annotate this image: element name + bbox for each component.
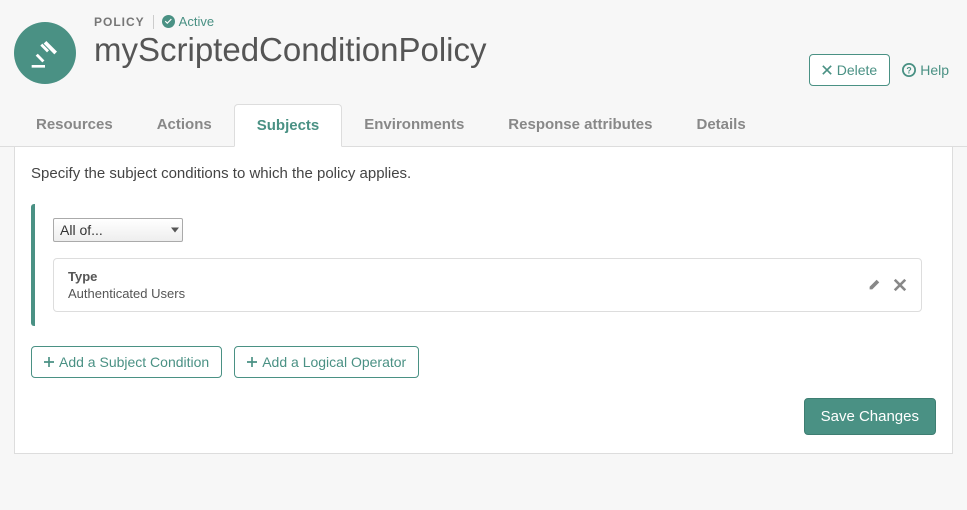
type-value: Authenticated Users [68,286,185,301]
condition-block: All of... Type Authenticated Users [31,204,936,326]
label-divider [153,15,154,29]
panel-description: Specify the subject conditions to which … [31,165,936,182]
tab-bar: Resources Actions Subjects Environments … [0,104,967,147]
page-title: myScriptedConditionPolicy [94,31,809,69]
gavel-icon [14,22,76,84]
logical-operator-value: All of... [60,222,103,238]
tab-details[interactable]: Details [675,104,768,146]
tab-resources[interactable]: Resources [14,104,135,146]
edit-icon[interactable] [867,278,881,292]
svg-text:?: ? [907,66,912,76]
add-subject-condition-button[interactable]: Add a Subject Condition [31,346,222,378]
subject-condition-card: Type Authenticated Users [53,258,922,312]
delete-label: Delete [837,62,877,78]
help-link[interactable]: ? Help [902,62,949,78]
add-logical-operator-button[interactable]: Add a Logical Operator [234,346,419,378]
close-icon[interactable] [893,278,907,292]
tab-actions[interactable]: Actions [135,104,234,146]
add-operator-label: Add a Logical Operator [262,354,406,370]
save-changes-button[interactable]: Save Changes [804,398,936,435]
type-label: Type [68,269,185,284]
add-subject-label: Add a Subject Condition [59,354,209,370]
chevron-down-icon [171,228,179,233]
policy-label: POLICY [94,15,145,29]
tab-response-attributes[interactable]: Response attributes [486,104,674,146]
tab-environments[interactable]: Environments [342,104,486,146]
status-text: Active [179,14,214,29]
subjects-panel: Specify the subject conditions to which … [14,147,953,454]
tab-subjects[interactable]: Subjects [234,104,343,147]
delete-button[interactable]: Delete [809,54,890,86]
status-badge: Active [162,14,214,29]
logical-operator-select[interactable]: All of... [53,218,183,242]
help-label: Help [920,62,949,78]
